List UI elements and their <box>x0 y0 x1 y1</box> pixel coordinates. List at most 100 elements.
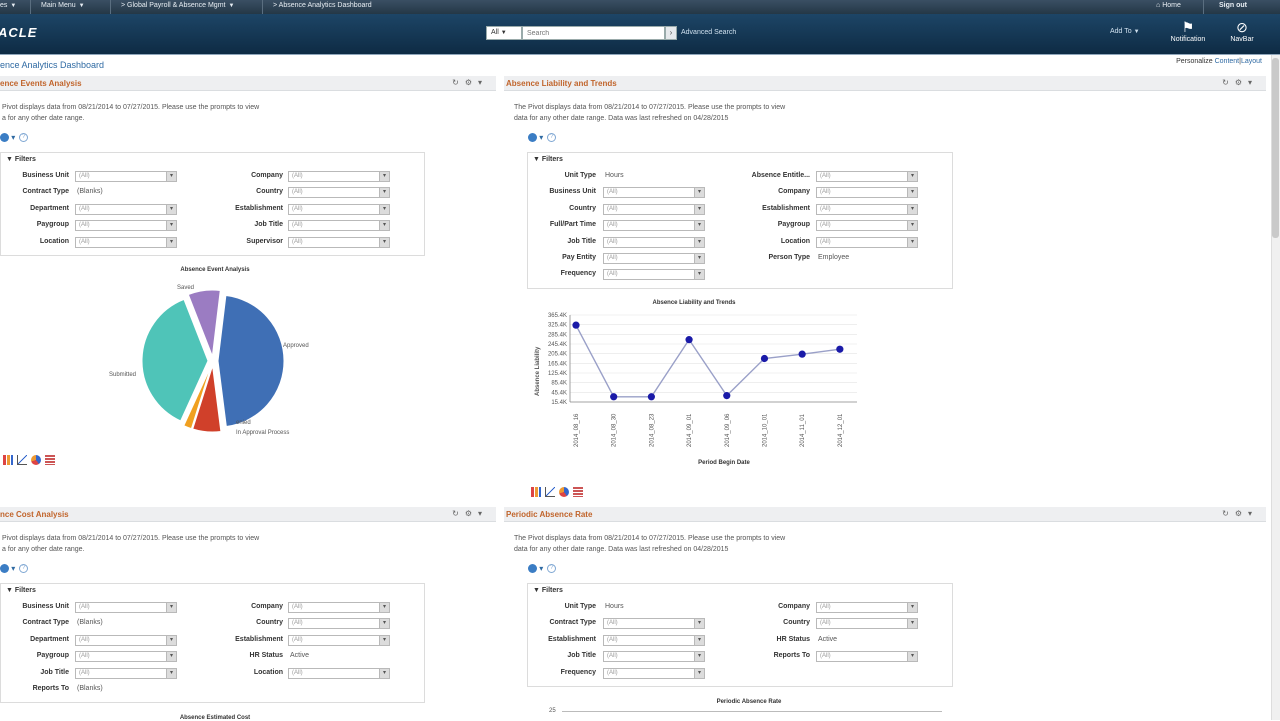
breadcrumb-favorites[interactable]: es ▼ <box>0 2 16 9</box>
filter-select-2[interactable]: (All) ▾ <box>288 618 390 630</box>
data-point[interactable] <box>760 354 769 363</box>
filter-select-1[interactable]: (All) ▾ <box>603 618 705 630</box>
filter-select-2[interactable]: (All) ▾ <box>288 187 390 199</box>
filter-select-2[interactable]: (All) ▾ <box>288 667 390 679</box>
chevron-down-icon: ▾ <box>379 237 389 247</box>
filter-select-1[interactable]: (All) ▾ <box>75 220 177 232</box>
line-chart-icon[interactable] <box>545 486 555 497</box>
gear-icon: ⚙▾ <box>464 509 488 518</box>
filter-select-1[interactable]: (All) ▾ <box>603 269 705 281</box>
filter-select-1[interactable]: (All) ▾ <box>75 203 177 215</box>
line-chart: Absence Liability 365.4K 325.4K 285.4K 245.… <box>535 313 857 447</box>
search-scope-select[interactable]: All ▼ <box>486 26 522 40</box>
notification-button[interactable]: ⚑ Notification <box>1163 19 1213 43</box>
pagelet-tools[interactable]: ↻⚙▾ <box>452 509 488 518</box>
filter-row: Reports To (Blanks) <box>1 684 421 696</box>
filter-label-1: Paygroup <box>36 652 69 660</box>
data-point[interactable] <box>685 336 693 344</box>
filter-select-1[interactable]: (All) ▾ <box>75 171 177 182</box>
filter-select-1[interactable]: (All) ▾ <box>603 220 705 232</box>
pagelet-periodic-absence: Periodic Absence Rate ↻⚙▾ The Pivot disp… <box>504 507 1266 720</box>
data-point[interactable] <box>723 392 731 400</box>
filter-select-1[interactable]: (All) ▾ <box>75 667 177 679</box>
advanced-search-link[interactable]: Advanced Search <box>681 29 736 36</box>
filters-toggle[interactable]: ▼ Filters <box>533 156 563 163</box>
filter-select-2[interactable]: (All) ▾ <box>816 187 918 199</box>
personalize-content-link[interactable]: Content <box>1215 58 1240 65</box>
navbar-button[interactable]: ⊘ NavBar <box>1217 19 1267 43</box>
breadcrumb-main-menu[interactable]: Main Menu ▼ <box>41 2 85 9</box>
pagelet-tools[interactable]: ↻⚙▾ <box>1222 78 1258 87</box>
prompt-controls[interactable]: ▾? <box>528 564 557 574</box>
x-tick-label: 2014_12_01 <box>838 413 844 447</box>
filter-select-2[interactable]: (All) ▾ <box>816 171 918 182</box>
pagelet-tools[interactable]: ↻⚙▾ <box>452 78 488 87</box>
grid-view-icon[interactable] <box>573 486 583 497</box>
help-icon: ? <box>547 564 557 574</box>
filter-select-2[interactable]: (All) ▾ <box>816 602 918 613</box>
scrollbar-thumb[interactable] <box>1272 58 1279 238</box>
filter-select-2[interactable]: (All) ▾ <box>288 220 390 232</box>
data-point[interactable] <box>572 321 580 329</box>
filters-toggle[interactable]: ▼ Filters <box>6 156 36 163</box>
chevron-down-icon: ▾ <box>694 668 704 678</box>
help-icon: ? <box>547 133 557 143</box>
data-point[interactable] <box>610 393 618 401</box>
filter-select-1[interactable]: (All) ▾ <box>603 667 705 679</box>
bar-chart-icon[interactable] <box>3 454 13 465</box>
filter-select-2[interactable]: (All) ▾ <box>816 618 918 630</box>
filter-select-1[interactable]: (All) ▾ <box>603 253 705 264</box>
filter-select-2[interactable]: (All) ▾ <box>288 634 390 646</box>
filter-select-2[interactable]: (All) ▾ <box>288 602 390 613</box>
breadcrumb-dashboard[interactable]: > Absence Analytics Dashboard <box>273 2 372 9</box>
prompt-controls[interactable]: ▾? <box>0 133 29 143</box>
add-to-menu[interactable]: Add To ▼ <box>1110 28 1140 35</box>
personalize-layout-link[interactable]: Layout <box>1241 58 1262 65</box>
grid-view-icon[interactable] <box>45 454 55 465</box>
filter-label-2: Location <box>253 668 283 676</box>
search-input[interactable] <box>522 26 665 40</box>
line-chart-icon[interactable] <box>17 454 27 465</box>
breadcrumb-global-payroll[interactable]: > Global Payroll & Absence Mgmt ▼ <box>121 2 234 9</box>
home-link[interactable]: ⌂ Home <box>1156 2 1181 9</box>
data-point[interactable] <box>647 393 655 401</box>
header-banner: ACLE All ▼ › Advanced Search Add To ▼ ⚑ … <box>0 14 1280 54</box>
sign-out-link[interactable]: Sign out <box>1219 2 1247 9</box>
filter-select-2[interactable]: (All) ▾ <box>288 171 390 182</box>
pie-slice-approved[interactable] <box>217 294 285 428</box>
data-point[interactable] <box>798 350 806 358</box>
y-tick-label: 45.4K <box>551 390 567 396</box>
filter-select-2[interactable]: (All) ▾ <box>816 236 918 248</box>
chevron-down-icon: ▾ <box>379 188 389 198</box>
filter-select-1[interactable]: (All) ▾ <box>603 236 705 248</box>
filter-select-1[interactable]: (All) ▾ <box>75 651 177 663</box>
search-button[interactable]: › <box>665 26 677 40</box>
chart-type-icons <box>531 486 587 497</box>
filters-toggle[interactable]: ▼ Filters <box>533 587 563 594</box>
pie-chart-icon[interactable] <box>559 486 569 497</box>
filter-select-2[interactable]: (All) ▾ <box>288 236 390 248</box>
filter-label-2: Paygroup <box>777 221 810 229</box>
filter-select-2[interactable]: (All) ▾ <box>816 203 918 215</box>
y-tick-label: 165.4K <box>548 361 567 367</box>
chevron-down-icon: ▾ <box>166 652 176 662</box>
prompt-controls[interactable]: ▾? <box>528 133 557 143</box>
filter-select-1[interactable]: (All) ▾ <box>603 634 705 646</box>
filter-select-1[interactable]: (All) ▾ <box>603 203 705 215</box>
prompt-controls[interactable]: ▾? <box>0 564 29 574</box>
filter-select-1[interactable]: (All) ▾ <box>75 236 177 248</box>
filter-select-1[interactable]: (All) ▾ <box>75 634 177 646</box>
data-point[interactable] <box>836 345 844 353</box>
slice-label-saved: Saved <box>177 285 194 291</box>
filter-label-2: Company <box>251 172 283 179</box>
filter-select-2[interactable]: (All) ▾ <box>816 651 918 663</box>
pagelet-tools[interactable]: ↻⚙▾ <box>1222 509 1258 518</box>
filter-select-1[interactable]: (All) ▾ <box>603 651 705 663</box>
pie-chart-icon[interactable] <box>31 454 41 465</box>
filter-select-1[interactable]: (All) ▾ <box>603 187 705 199</box>
bar-chart-icon[interactable] <box>531 486 541 497</box>
filters-toggle[interactable]: ▼ Filters <box>6 587 36 594</box>
filter-select-2[interactable]: (All) ▾ <box>288 203 390 215</box>
filter-select-1[interactable]: (All) ▾ <box>75 602 177 613</box>
filter-select-2[interactable]: (All) ▾ <box>816 220 918 232</box>
